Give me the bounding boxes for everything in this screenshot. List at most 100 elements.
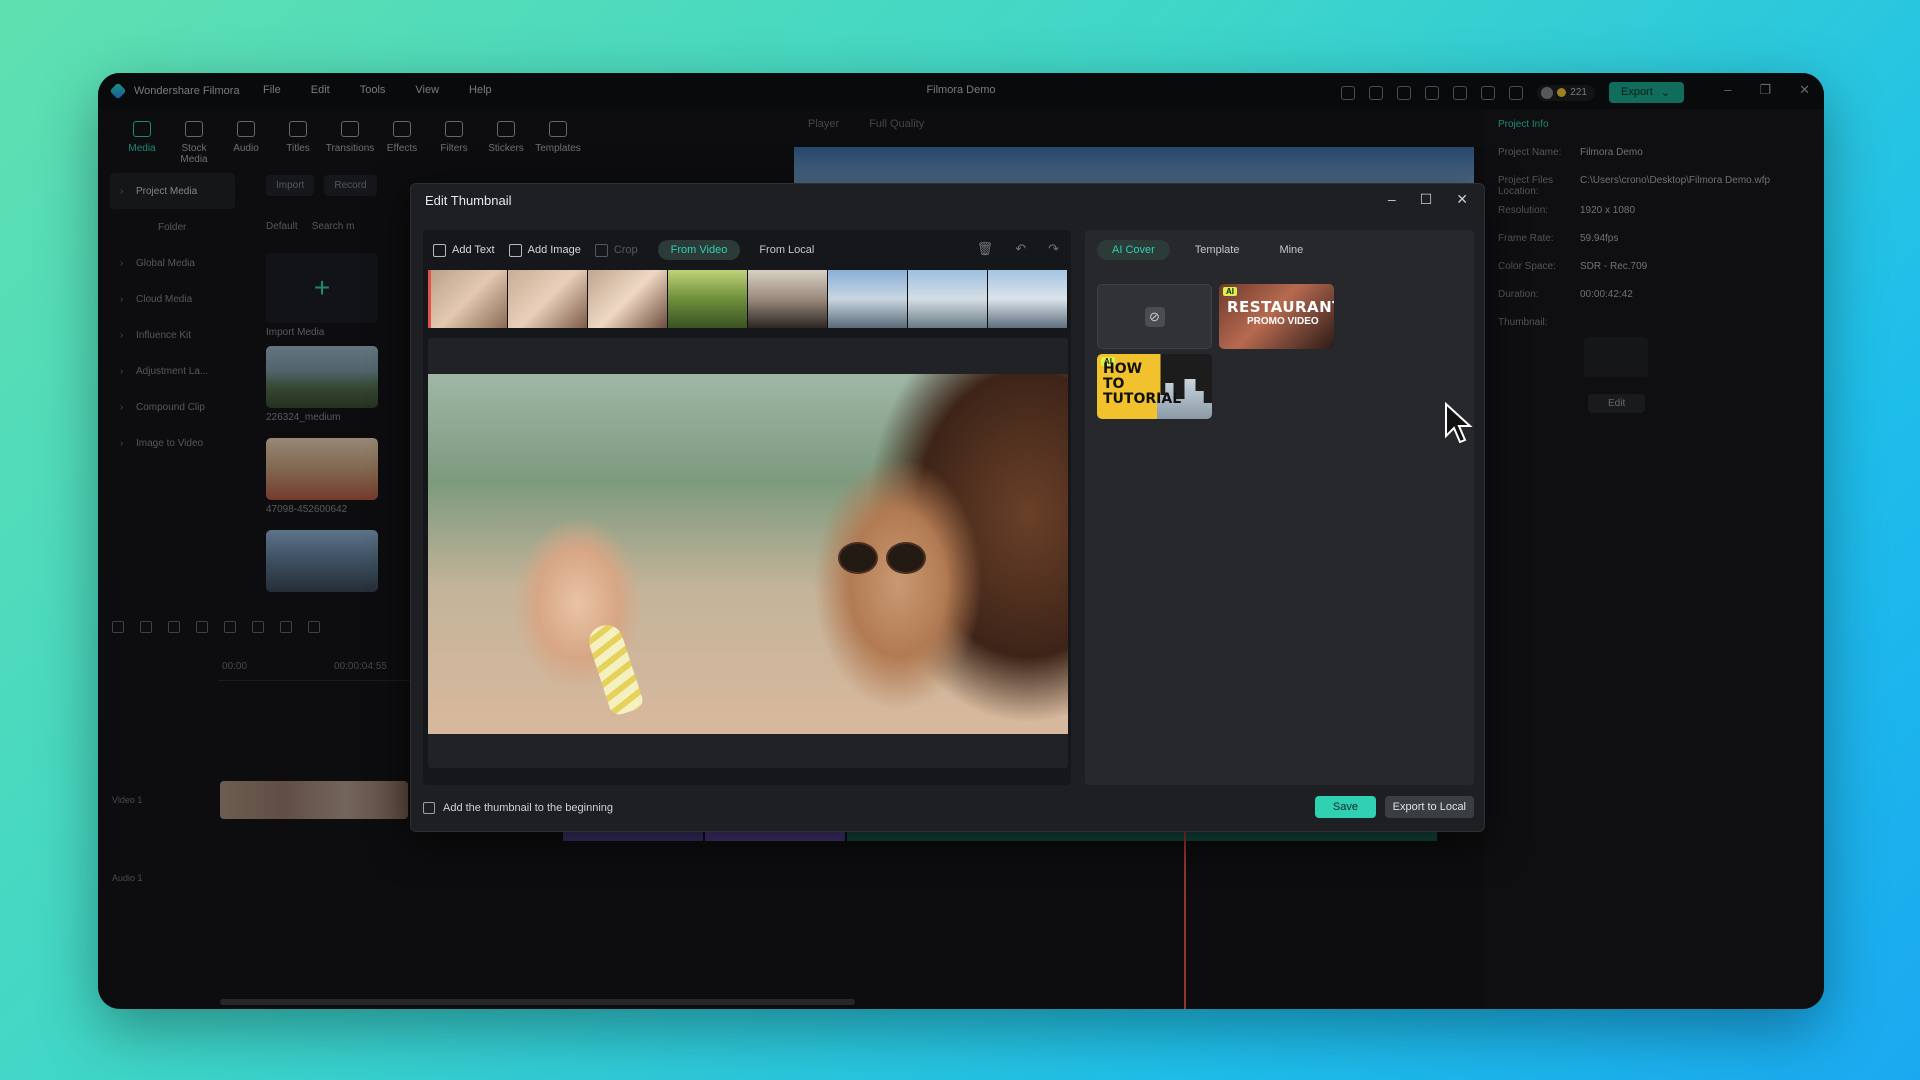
send-icon[interactable]	[1341, 85, 1356, 100]
save-icon[interactable]	[1425, 85, 1440, 100]
maximize-icon[interactable]: ☐	[1420, 191, 1433, 208]
screen-record-icon[interactable]	[1369, 85, 1384, 100]
menu-tools[interactable]: Tools	[360, 84, 386, 96]
preview-frame-image	[428, 374, 1068, 734]
edit-thumbnail-dialog: Edit Thumbnail – ☐ ✕ Add Text Add Image …	[410, 183, 1485, 832]
credits-badge[interactable]: 221	[1537, 84, 1595, 101]
redo-icon[interactable]: ↷	[1048, 241, 1059, 257]
restore-icon[interactable]: ❐	[1759, 82, 1771, 98]
cover-restaurant-promo[interactable]: AI RESTAURANT PROMO VIDEO	[1219, 284, 1334, 349]
clip-segment[interactable]	[705, 831, 845, 841]
grid-icon[interactable]	[112, 621, 124, 633]
tool-filters[interactable]: Filters	[428, 121, 480, 165]
close-icon[interactable]: ✕	[1456, 191, 1468, 208]
minimize-icon[interactable]: –	[1388, 191, 1396, 208]
filmstrip-frame[interactable]	[588, 270, 668, 328]
filmstrip-frame[interactable]	[908, 270, 988, 328]
cut-icon[interactable]	[252, 621, 264, 633]
sidebar-item-influence-kit[interactable]: Influence Kit	[110, 317, 235, 353]
tool-media[interactable]: Media	[116, 121, 168, 165]
menu-edit[interactable]: Edit	[311, 84, 330, 96]
tool-templates[interactable]: Templates	[532, 121, 584, 165]
playhead[interactable]	[1184, 828, 1186, 1009]
info-row: Resolution: 1920 x 1080	[1498, 205, 1635, 216]
menu-view[interactable]: View	[415, 84, 439, 96]
filmstrip-frame[interactable]	[828, 270, 908, 328]
video-clip[interactable]	[220, 781, 408, 819]
tab-ai-cover[interactable]: AI Cover	[1097, 240, 1170, 260]
headset-icon[interactable]	[1481, 85, 1496, 100]
menu-file[interactable]: File	[263, 84, 281, 96]
pointer-icon	[1445, 402, 1473, 444]
quality-dropdown[interactable]: Full Quality	[869, 118, 924, 130]
export-button[interactable]: Export ⌄	[1608, 82, 1684, 103]
crop-button[interactable]: Crop	[594, 243, 638, 257]
app-logo: Wondershare Filmora	[109, 82, 240, 100]
monitor-icon[interactable]	[1397, 85, 1412, 100]
import-dropdown[interactable]: Import	[266, 175, 315, 196]
add-image-label: Add Image	[527, 244, 581, 256]
thumbnail-edit-button[interactable]: Edit	[1588, 394, 1646, 413]
tool-stickers[interactable]: Stickers	[480, 121, 532, 165]
tool-stock-media[interactable]: Stock Media	[168, 121, 220, 165]
sort-dropdown[interactable]: Default	[266, 221, 298, 232]
delete-icon[interactable]	[224, 621, 236, 633]
media-item[interactable]: 47098-452600642	[266, 438, 378, 515]
sidebar-item-image-to-video[interactable]: Image to Video	[110, 425, 235, 461]
filmstrip-marker[interactable]	[428, 270, 431, 328]
add-image-button[interactable]: Add Image	[508, 243, 581, 257]
sidebar-item-compound-clip[interactable]: Compound Clip	[110, 389, 235, 425]
close-icon[interactable]: ✕	[1799, 82, 1810, 98]
apps-grid-icon[interactable]	[1509, 85, 1524, 100]
add-to-beginning-option[interactable]: Add the thumbnail to the beginning	[423, 802, 613, 814]
filmstrip-frame[interactable]	[508, 270, 588, 328]
tab-project-info[interactable]: Project Info	[1498, 119, 1549, 130]
filmstrip-frame[interactable]	[428, 270, 508, 328]
undo-icon[interactable]	[168, 621, 180, 633]
record-button[interactable]: Record	[324, 175, 377, 196]
sidebar-item-folder[interactable]: Folder	[110, 209, 235, 245]
crop-icon[interactable]	[280, 621, 292, 633]
trash-icon[interactable]: 🗑	[977, 241, 994, 257]
sidebar-item-global-media[interactable]: Global Media	[110, 245, 235, 281]
cloud-upload-icon[interactable]	[1453, 85, 1468, 100]
add-text-button[interactable]: Add Text	[433, 243, 495, 257]
video-filmstrip[interactable]	[428, 270, 1068, 328]
timeline-scrollbar[interactable]	[220, 999, 855, 1005]
redo-icon[interactable]	[196, 621, 208, 633]
tool-audio[interactable]: Audio	[220, 121, 272, 165]
tab-mine[interactable]: Mine	[1264, 240, 1318, 260]
add-to-beginning-checkbox[interactable]	[423, 802, 435, 814]
undo-icon[interactable]: ↶	[1015, 241, 1026, 257]
media-filter-bar: Default Search m	[266, 221, 354, 232]
import-media-tile[interactable]: + Import Media	[266, 253, 378, 338]
sidebar-item-adjustment-layer[interactable]: Adjustment La...	[110, 353, 235, 389]
save-button[interactable]: Save	[1314, 796, 1376, 818]
coin-icon	[1557, 88, 1567, 97]
filmstrip-frame[interactable]	[988, 270, 1068, 328]
from-local-button[interactable]: From Local	[746, 240, 827, 260]
select-icon[interactable]	[140, 621, 152, 633]
media-item[interactable]	[266, 530, 378, 592]
minimize-icon[interactable]: –	[1724, 82, 1731, 98]
from-video-button[interactable]: From Video	[657, 240, 741, 260]
clip-segment[interactable]	[563, 831, 703, 841]
menu-help[interactable]: Help	[469, 84, 492, 96]
zoom-icon[interactable]	[308, 621, 320, 633]
tool-transitions[interactable]: Transitions	[324, 121, 376, 165]
media-item[interactable]: 226324_medium	[266, 346, 378, 423]
cover-none[interactable]: ⊘	[1097, 284, 1212, 349]
filmstrip-frame[interactable]	[748, 270, 828, 328]
export-to-local-button[interactable]: Export to Local	[1384, 796, 1474, 818]
media-thumbnail	[266, 530, 378, 592]
tool-titles[interactable]: Titles	[272, 121, 324, 165]
cover-how-to-tutorial[interactable]: AI HOW TO TUTORIAL	[1097, 354, 1212, 419]
clip-segment[interactable]	[847, 831, 1437, 841]
sidebar-item-project-media[interactable]: Project Media	[110, 173, 235, 209]
sidebar-item-cloud-media[interactable]: Cloud Media	[110, 281, 235, 317]
filmstrip-frame[interactable]	[668, 270, 748, 328]
tab-template[interactable]: Template	[1180, 240, 1255, 260]
search-input[interactable]: Search m	[312, 221, 355, 232]
tool-effects[interactable]: Effects	[376, 121, 428, 165]
media-toolbar: Import Record	[266, 175, 377, 196]
